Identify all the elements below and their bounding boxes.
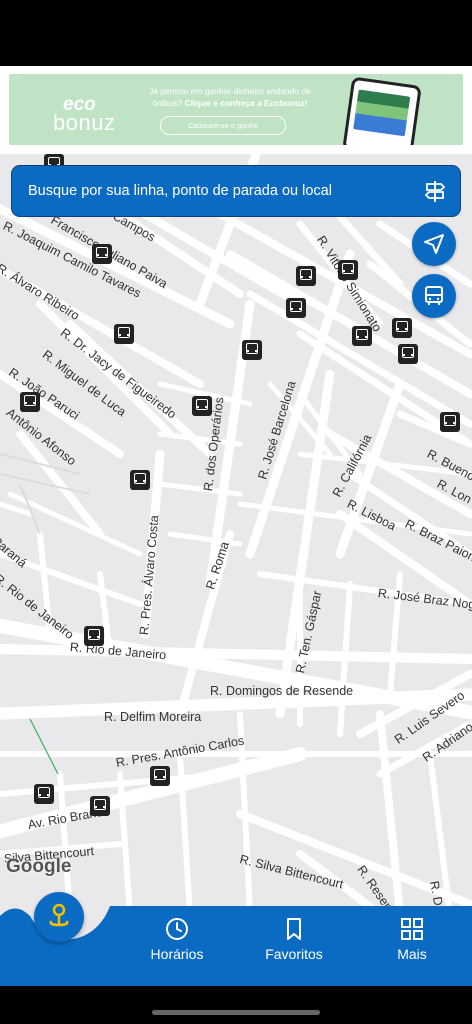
nav-label: Horários <box>150 946 204 962</box>
bus-stop-marker[interactable] <box>286 298 306 318</box>
ad-message: Já pensou em ganhar dinheiro andando de … <box>135 85 325 109</box>
bus-stop-marker[interactable] <box>84 626 104 646</box>
bus-stop-marker[interactable] <box>398 344 418 364</box>
google-attribution: Google <box>6 856 72 877</box>
ad-line-2-bold: Clique e conheça a Ecobonuz! <box>184 98 308 108</box>
ad-signup-button[interactable]: Cadastre-se e ganhe <box>160 116 286 135</box>
system-home-area <box>0 986 472 1024</box>
bus-stop-sign-icon[interactable] <box>422 178 448 204</box>
bus-stop-marker[interactable] <box>20 392 40 412</box>
bus-stop-marker[interactable] <box>440 412 460 432</box>
ecobonuz-ad-banner[interactable]: ∙∙∙ eco bonuz Já pensou em ganhar dinhei… <box>9 74 463 145</box>
nav-label: Mais <box>397 946 427 962</box>
bus-stop-marker[interactable] <box>192 396 212 416</box>
phone-illustration <box>342 76 422 145</box>
bus-stop-marker[interactable] <box>34 784 54 804</box>
nearby-location-button[interactable] <box>34 892 84 942</box>
clock-icon <box>166 918 188 940</box>
street-label: R. Domingos de Resende <box>210 684 354 698</box>
ad-line-1: Já pensou em ganhar dinheiro andando de <box>148 86 312 96</box>
bookmark-icon <box>287 918 301 940</box>
nav-mais[interactable]: Mais <box>367 916 457 962</box>
nav-favoritos[interactable]: Favoritos <box>249 916 339 962</box>
bus-stop-marker[interactable] <box>352 326 372 346</box>
location-pin-icon <box>49 903 69 927</box>
ecobonuz-logo: eco bonuz <box>47 94 127 135</box>
grid-icon <box>401 918 423 940</box>
bus-icon[interactable] <box>412 274 456 318</box>
street-label: R. Delfim Moreira <box>104 710 202 724</box>
status-bar <box>0 0 472 66</box>
search-bar[interactable]: Busque por sua linha, ponto de parada ou… <box>11 165 461 217</box>
bus-stop-marker[interactable] <box>392 318 412 338</box>
map-view[interactable]: R. Joaquim Camilo Tavares Francisco Juli… <box>0 154 472 906</box>
bus-stop-marker[interactable] <box>114 324 134 344</box>
search-placeholder: Busque por sua linha, ponto de parada ou… <box>28 183 332 199</box>
navigation-arrow-icon[interactable] <box>412 222 456 266</box>
bus-stop-marker[interactable] <box>130 470 150 490</box>
bus-stop-marker[interactable] <box>150 766 170 786</box>
ad-area: ∙∙∙ eco bonuz Já pensou em ganhar dinhei… <box>0 66 472 154</box>
ad-line-2: ônibus? <box>152 98 183 108</box>
bus-stop-marker[interactable] <box>296 266 316 286</box>
nav-horarios[interactable]: Horários <box>132 916 222 962</box>
ad-decoration: ∙∙∙ <box>9 74 22 83</box>
nav-label: Favoritos <box>265 946 323 962</box>
bus-stop-marker[interactable] <box>90 796 110 816</box>
bus-stop-marker[interactable] <box>92 244 112 264</box>
logo-bonuz-text: bonuz <box>53 110 116 135</box>
home-indicator[interactable] <box>152 1010 320 1015</box>
bus-stop-marker[interactable] <box>242 340 262 360</box>
bus-stop-marker[interactable] <box>338 260 358 280</box>
